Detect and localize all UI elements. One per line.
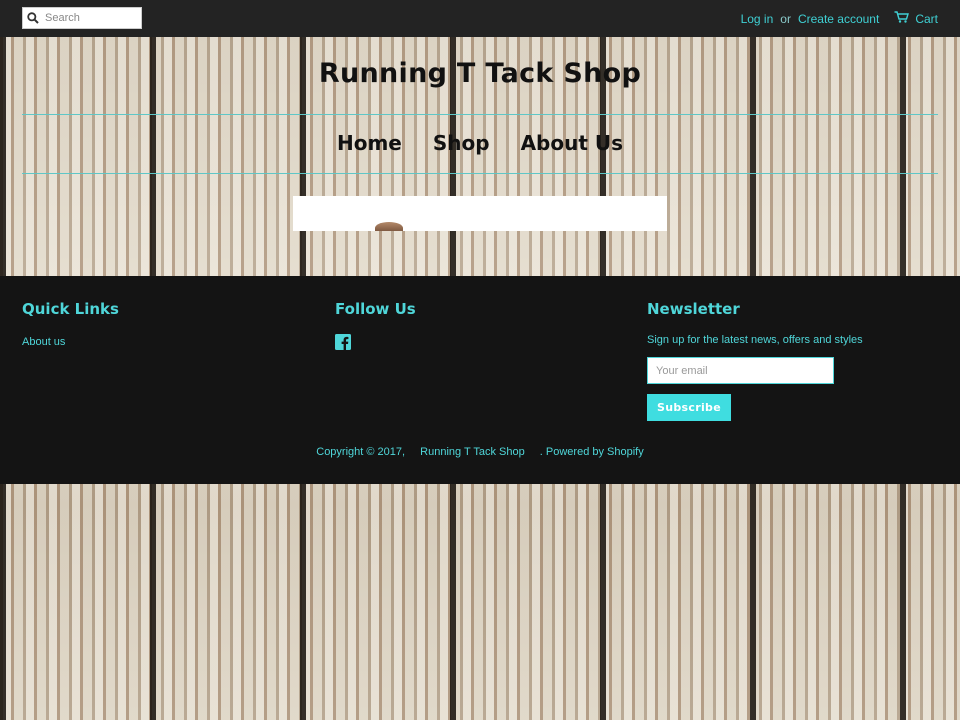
top-bar: Log in or Create account Cart <box>0 0 960 37</box>
newsletter-email-input[interactable] <box>647 357 834 384</box>
cart-link[interactable]: Cart <box>894 11 938 26</box>
footer-link-about-us[interactable]: About us <box>22 336 119 348</box>
login-link[interactable]: Log in <box>741 12 774 26</box>
newsletter-description: Sign up for the latest news, offers and … <box>647 334 863 346</box>
copyright-shop-link[interactable]: Running T Tack Shop <box>420 446 525 458</box>
copyright-suffix: . Powered by Shopify <box>539 446 644 458</box>
follow-us-column: Follow Us <box>335 300 416 350</box>
nav-about-us[interactable]: About Us <box>521 131 623 155</box>
search-input[interactable] <box>43 9 141 27</box>
cart-label: Cart <box>915 11 938 26</box>
create-account-link[interactable]: Create account <box>798 12 879 26</box>
or-separator: or <box>780 11 791 26</box>
account-links: Log in or Create account Cart <box>741 11 938 26</box>
quick-links-title: Quick Links <box>22 300 119 318</box>
nav-shop[interactable]: Shop <box>433 131 490 155</box>
content-card <box>293 196 667 231</box>
main-nav: Home Shop About Us <box>0 131 960 155</box>
product-image-fragment <box>375 222 403 231</box>
nav-home[interactable]: Home <box>337 131 402 155</box>
cart-icon <box>894 11 910 26</box>
site-title[interactable]: Running T Tack Shop <box>0 58 960 89</box>
search-box[interactable] <box>22 7 142 29</box>
facebook-icon[interactable] <box>335 334 351 350</box>
site-footer: Quick Links About us Follow Us Newslette… <box>0 276 960 484</box>
newsletter-title: Newsletter <box>647 300 740 318</box>
search-icon[interactable] <box>23 8 43 28</box>
divider-top <box>22 114 938 115</box>
newsletter-column: Newsletter Sign up for the latest news, … <box>647 300 863 421</box>
subscribe-button[interactable]: Subscribe <box>647 394 731 421</box>
quick-links-column: Quick Links About us <box>22 300 119 348</box>
follow-us-title: Follow Us <box>335 300 416 318</box>
divider-bottom <box>22 173 938 174</box>
copyright-prefix: Copyright © 2017, <box>316 446 406 458</box>
copyright-line: Copyright © 2017, Running T Tack Shop . … <box>0 446 960 458</box>
